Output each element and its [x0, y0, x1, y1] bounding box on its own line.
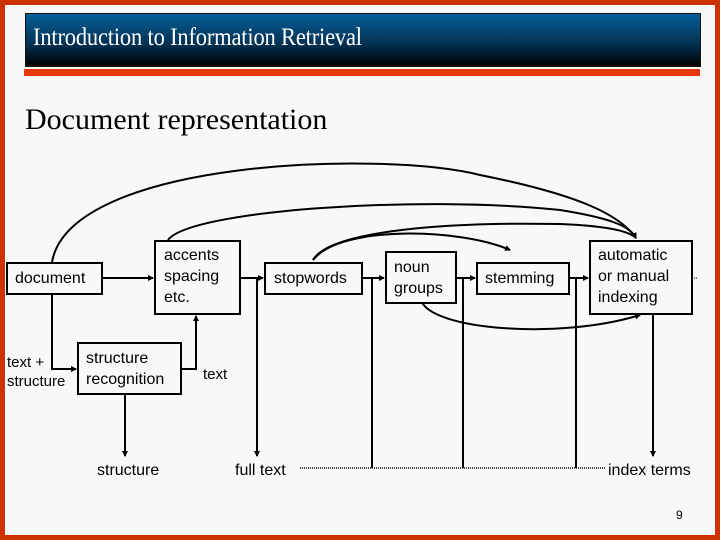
node-label: or manual	[598, 268, 670, 285]
node-document: document	[6, 262, 103, 295]
output-structure: structure	[97, 462, 160, 479]
output-full-text: full text	[235, 462, 286, 479]
curve-stopwords-indexing	[312, 222, 637, 261]
node-label: recognition	[86, 371, 165, 388]
node-label: spacing	[164, 268, 220, 285]
edge-label-text: text	[203, 366, 228, 383]
edge-label-line: text +	[7, 354, 45, 371]
node-label: document	[15, 270, 86, 287]
node-stopwords: stopwords	[264, 262, 363, 295]
node-accents-spacing: accents spacing etc.	[154, 240, 241, 315]
edge-structure-recognition-accents	[181, 315, 199, 370]
node-label: structure	[86, 350, 149, 367]
edge-label-line: structure	[7, 373, 66, 390]
node-noun-groups: noun groups	[385, 251, 457, 304]
node-stemming: stemming	[476, 262, 570, 295]
output-index-terms: index terms	[608, 462, 691, 479]
node-label: noun	[394, 259, 430, 276]
node-indexing: automatic or manual indexing	[589, 240, 693, 315]
node-label: accents	[164, 247, 220, 264]
node-label: indexing	[598, 289, 658, 306]
curve-document-indexing	[51, 162, 637, 263]
edge-label-text-plus-structure: text + structure	[7, 353, 65, 391]
node-structure-recognition: structure recognition	[77, 342, 182, 395]
node-label: etc.	[164, 289, 190, 306]
node-label: groups	[394, 280, 443, 297]
node-label: automatic	[598, 247, 668, 264]
page-number: 9	[676, 508, 683, 522]
node-label: stopwords	[274, 270, 347, 287]
node-label: stemming	[485, 270, 555, 287]
